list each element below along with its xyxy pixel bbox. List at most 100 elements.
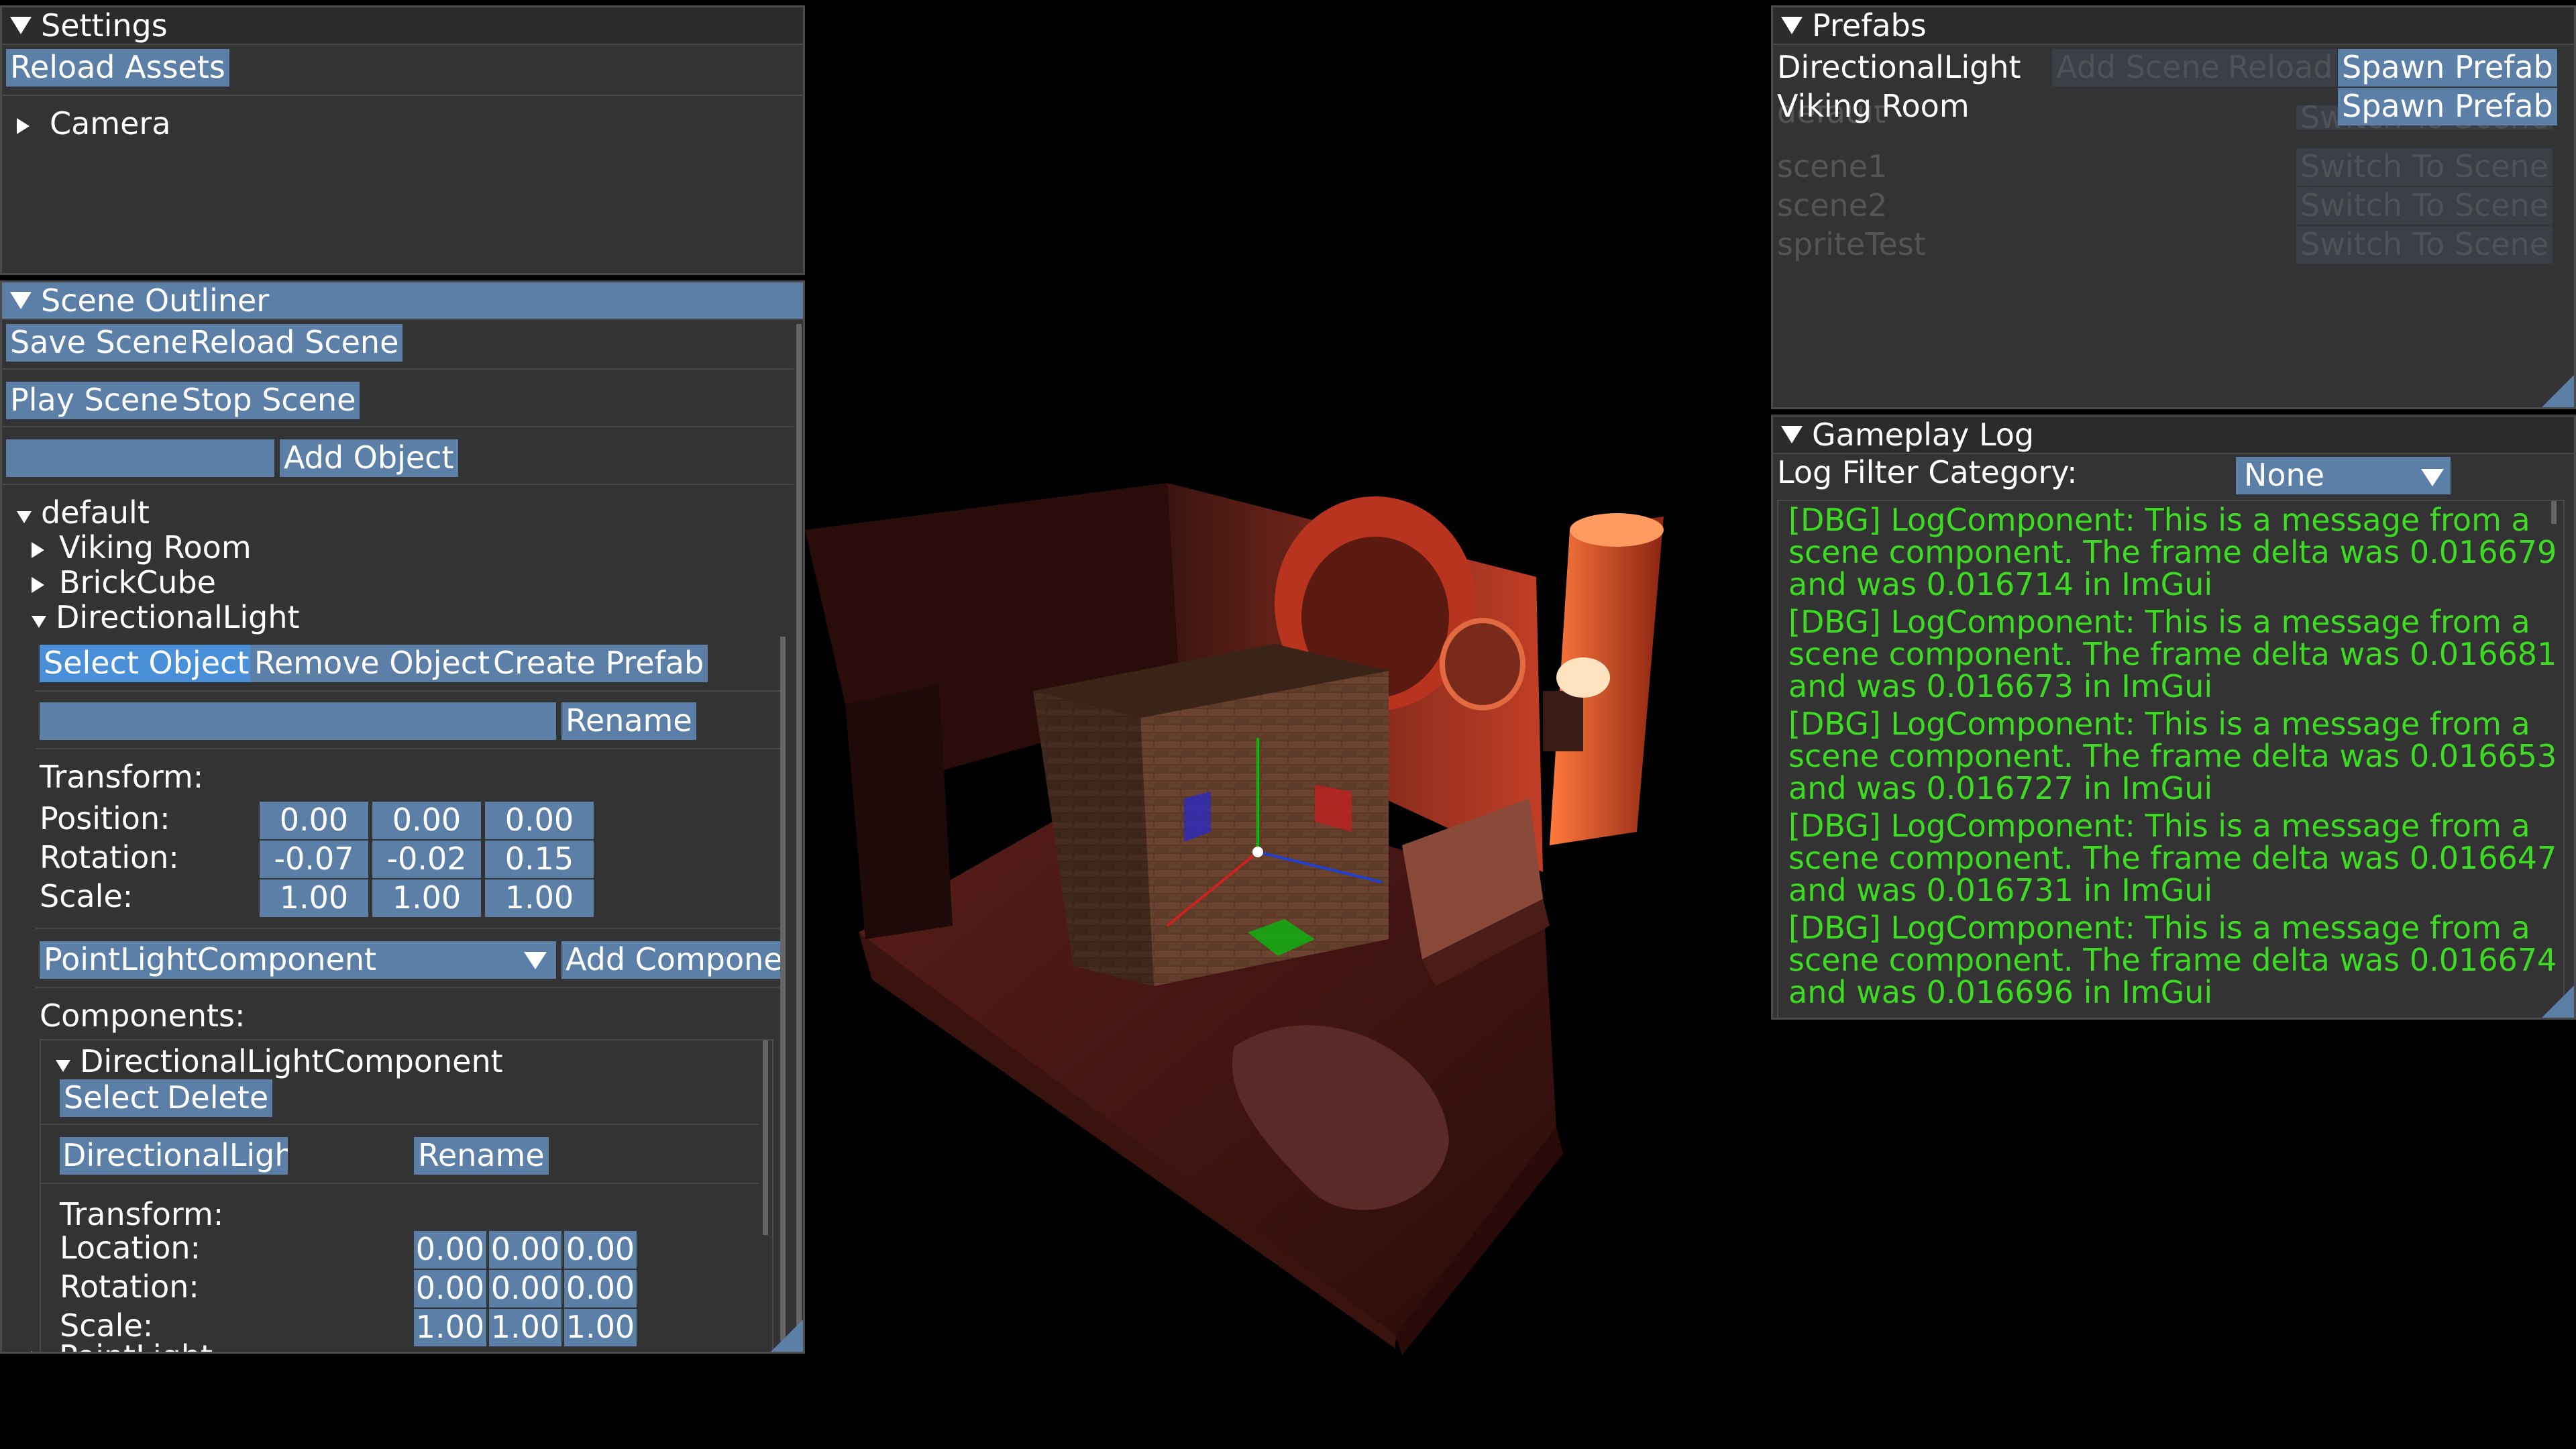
outliner-scrollbar[interactable] <box>796 324 802 1344</box>
object-node-pointlight[interactable]: PointLight <box>32 1338 213 1352</box>
prefab-item-viking-room: Viking Room <box>1777 88 1970 124</box>
object-node-directionallight[interactable]: DirectionalLight <box>32 599 300 635</box>
spawn-prefab-directionallight-button[interactable]: Spawn Prefab <box>2338 49 2557 87</box>
component-type-select[interactable]: PointLightComponent <box>40 941 556 979</box>
remove-object-button[interactable]: Remove Object <box>250 645 494 682</box>
scale-x-field[interactable]: 1.00 <box>260 879 368 917</box>
chevron-down-icon[interactable] <box>524 952 547 969</box>
position-y-field[interactable]: 0.00 <box>372 802 481 839</box>
rotation-z-field[interactable]: 0.15 <box>485 841 594 878</box>
collapse-icon[interactable] <box>1781 17 1803 34</box>
log-messages: [DBG] LogComponent: This is a message fr… <box>1777 500 2565 1018</box>
settings-title: Settings <box>41 7 168 44</box>
spawn-prefab-viking-room-button[interactable]: Spawn Prefab <box>2338 88 2557 125</box>
save-scene-button[interactable]: Save Scene <box>6 324 194 362</box>
components-heading: Components: <box>40 998 246 1034</box>
object-node-viking-room[interactable]: Viking Room <box>32 529 252 566</box>
expand-icon <box>32 616 46 628</box>
log-titlebar[interactable]: Gameplay Log <box>1773 417 2574 454</box>
rotation-label: Rotation: <box>40 839 179 875</box>
scale-z-field[interactable]: 1.00 <box>485 879 594 917</box>
reload-assets-button[interactable]: Reload Assets <box>6 49 229 87</box>
reload-button[interactable]: Reload <box>2224 49 2337 87</box>
rename-object-button[interactable]: Rename <box>561 702 696 740</box>
new-object-name-input[interactable] <box>6 439 274 477</box>
component-rotation-z-field[interactable]: 0.00 <box>564 1270 637 1307</box>
add-scene-button[interactable]: Add Scene <box>2052 49 2224 87</box>
object-node-brickcube[interactable]: BrickCube <box>32 564 216 600</box>
rename-object-input[interactable] <box>40 702 556 740</box>
position-z-field[interactable]: 0.00 <box>485 802 594 839</box>
component-rotation-y-field[interactable]: 0.00 <box>489 1270 561 1307</box>
log-entry: [DBG] LogComponent: This is a message fr… <box>1788 808 2557 908</box>
scene-root-node[interactable]: default <box>17 494 150 531</box>
component-scale-x-field[interactable]: 1.00 <box>414 1309 486 1346</box>
resize-grip-icon[interactable] <box>2542 375 2574 407</box>
settings-panel: Settings Reload Assets Camera <box>0 5 805 275</box>
divider <box>36 987 780 988</box>
divider <box>41 1183 759 1184</box>
location-label: Location: <box>60 1230 201 1266</box>
component-child-window: DirectionalLightComponent Select Delete … <box>40 1039 773 1352</box>
divider <box>41 1124 759 1125</box>
prefabs-titlebar[interactable]: Prefabs <box>1773 7 2574 45</box>
divider <box>2 368 794 370</box>
divider <box>36 690 780 692</box>
scale-y-field[interactable]: 1.00 <box>372 879 481 917</box>
add-component-button[interactable]: Add Component <box>561 941 780 979</box>
component-node[interactable]: DirectionalLightComponent <box>56 1043 503 1079</box>
chevron-down-icon[interactable] <box>2421 469 2444 486</box>
component-rotation-label: Rotation: <box>60 1269 199 1305</box>
scene-outliner-panel: Scene Outliner Save Scene Reload Scene P… <box>0 280 805 1354</box>
component-scale-y-field[interactable]: 1.00 <box>489 1309 561 1346</box>
resize-grip-icon[interactable] <box>771 1320 803 1352</box>
reload-scene-button[interactable]: Reload Scene <box>186 324 403 362</box>
select-object-button[interactable]: Select Object <box>40 645 254 682</box>
divider <box>2 426 794 427</box>
settings-titlebar[interactable]: Settings <box>2 7 803 45</box>
prefabs-panel: Prefabs default Switch To Scene scene1 S… <box>1771 5 2576 409</box>
collapse-icon[interactable] <box>10 292 32 309</box>
collapse-icon[interactable] <box>1781 426 1803 443</box>
switch-scene-spritetest-button[interactable]: Switch To Scene <box>2296 226 2553 264</box>
divider <box>36 928 780 929</box>
add-object-button[interactable]: Add Object <box>280 439 458 477</box>
outliner-titlebar[interactable]: Scene Outliner <box>2 282 803 320</box>
position-x-field[interactable]: 0.00 <box>260 802 368 839</box>
delete-component-button[interactable]: Delete <box>163 1079 273 1117</box>
log-entry: [DBG] LogComponent: This is a message fr… <box>1788 502 2557 602</box>
component-rotation-x-field[interactable]: 0.00 <box>414 1270 486 1307</box>
rename-component-button[interactable]: Rename <box>414 1137 549 1175</box>
position-label: Position: <box>40 800 170 837</box>
select-component-button[interactable]: Select <box>60 1079 163 1117</box>
rotation-y-field[interactable]: -0.02 <box>372 841 481 878</box>
prefabs-title: Prefabs <box>1812 7 1927 44</box>
stop-scene-button[interactable]: Stop Scene <box>178 382 360 419</box>
details-scrollbar[interactable] <box>780 637 786 1341</box>
component-scrollbar[interactable] <box>763 1040 768 1235</box>
component-name-input[interactable]: DirectionalLigh <box>60 1137 288 1175</box>
divider <box>2 95 803 96</box>
log-filter-select[interactable]: None <box>2236 457 2451 494</box>
collapse-icon[interactable] <box>10 17 32 34</box>
divider <box>2 484 794 485</box>
component-scale-z-field[interactable]: 1.00 <box>564 1309 637 1346</box>
create-prefab-button[interactable]: Create Prefab <box>489 645 708 682</box>
switch-scene-scene1-button[interactable]: Switch To Scene <box>2296 148 2553 186</box>
switch-scene-scene2-button[interactable]: Switch To Scene <box>2296 187 2553 225</box>
scene-item-scene2: scene2 <box>1777 187 1888 223</box>
scale-label: Scale: <box>40 878 133 914</box>
location-y-field[interactable]: 0.00 <box>489 1231 561 1269</box>
camera-tree-node[interactable]: Camera <box>17 105 171 142</box>
expand-icon <box>17 511 32 523</box>
expand-icon <box>56 1060 70 1072</box>
log-filter-label: Log Filter Category: <box>1777 454 2078 490</box>
play-scene-button[interactable]: Play Scene <box>6 382 182 419</box>
location-x-field[interactable]: 0.00 <box>414 1231 486 1269</box>
rotation-x-field[interactable]: -0.07 <box>260 841 368 878</box>
log-title: Gameplay Log <box>1812 417 2035 453</box>
log-scrollbar[interactable] <box>2551 501 2557 524</box>
location-z-field[interactable]: 0.00 <box>564 1231 637 1269</box>
scene-item-spritetest: spriteTest <box>1777 226 1926 262</box>
resize-grip-icon[interactable] <box>2542 985 2574 1018</box>
